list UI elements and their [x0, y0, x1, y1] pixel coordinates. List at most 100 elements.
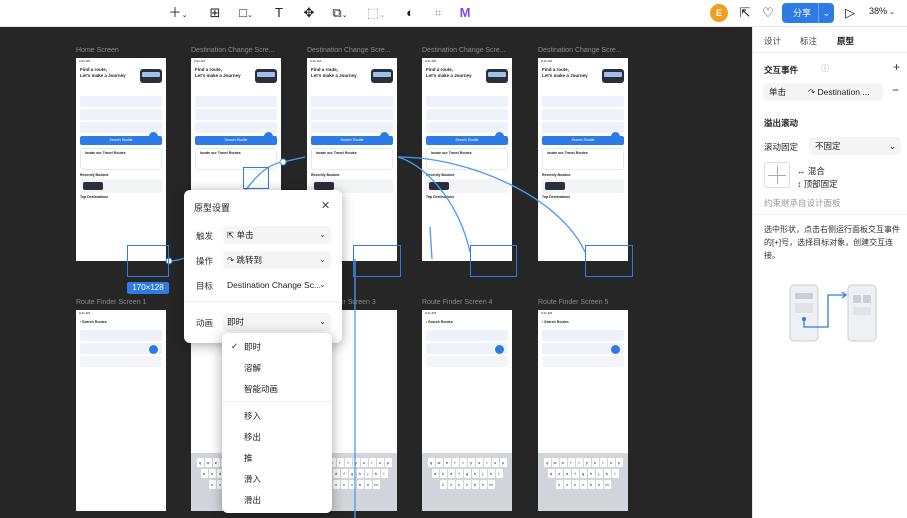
- component-tool-icon[interactable]: ⬚⌄: [364, 4, 388, 22]
- vertical-constraint[interactable]: ↕ 顶部固定: [797, 178, 838, 190]
- from-field[interactable]: [311, 96, 393, 107]
- key[interactable]: e: [212, 458, 220, 467]
- swap-icon[interactable]: [264, 132, 273, 141]
- from-field[interactable]: [195, 96, 277, 107]
- recent-field[interactable]: [542, 356, 624, 367]
- recent-booking[interactable]: [426, 179, 508, 193]
- key[interactable]: f: [455, 469, 463, 478]
- date-field[interactable]: [542, 122, 624, 133]
- play-icon[interactable]: ▷: [842, 4, 858, 22]
- locate-card[interactable]: locate our Travel Routes: [426, 148, 508, 170]
- swap-icon[interactable]: [495, 345, 504, 354]
- frame-title[interactable]: Route Finder Screen 5: [538, 299, 608, 306]
- key[interactable]: g: [463, 469, 471, 478]
- anim-option-instant[interactable]: 即时: [244, 341, 261, 353]
- key[interactable]: c: [455, 480, 463, 489]
- anim-option-smart[interactable]: 智能动画: [244, 383, 278, 395]
- key[interactable]: u: [360, 458, 368, 467]
- key[interactable]: n: [479, 480, 487, 489]
- horizontal-constraint[interactable]: ↔ 混合: [797, 165, 825, 177]
- recent-booking[interactable]: [80, 179, 162, 193]
- frame-title[interactable]: Destination Change Scre...: [538, 47, 622, 54]
- key[interactable]: o: [607, 458, 615, 467]
- to-field[interactable]: [426, 109, 508, 120]
- phone-frame-dest-3[interactable]: 9:41 AM Find a route, Let's make a Journ…: [422, 58, 512, 261]
- date-field[interactable]: [311, 122, 393, 133]
- trigger-select[interactable]: ⇱ 单击 ⌄: [223, 226, 331, 244]
- key[interactable]: t: [344, 458, 352, 467]
- key[interactable]: b: [471, 480, 479, 489]
- tab-prototype[interactable]: 原型: [837, 35, 854, 47]
- key[interactable]: n: [595, 480, 603, 489]
- key[interactable]: z: [555, 480, 563, 489]
- anim-option-move-in[interactable]: 移入: [244, 410, 261, 422]
- from-field[interactable]: [426, 330, 508, 341]
- key[interactable]: c: [340, 480, 348, 489]
- recent-booking[interactable]: [542, 179, 624, 193]
- key[interactable]: y: [583, 458, 591, 467]
- swap-icon[interactable]: [380, 132, 389, 141]
- user-avatar[interactable]: E: [710, 4, 728, 22]
- key[interactable]: q: [427, 458, 435, 467]
- date-field[interactable]: [195, 122, 277, 133]
- frame-tool-icon[interactable]: ⊞: [206, 4, 224, 22]
- locate-card[interactable]: locate our Travel Routes: [311, 148, 393, 170]
- key[interactable]: r: [451, 458, 459, 467]
- key[interactable]: r: [567, 458, 575, 467]
- tab-annotate[interactable]: 标注: [800, 35, 817, 47]
- key[interactable]: s: [208, 469, 216, 478]
- key[interactable]: v: [348, 480, 356, 489]
- add-icon[interactable]: +: [893, 60, 900, 74]
- frame-title[interactable]: Destination Change Scre...: [191, 47, 275, 54]
- swap-icon[interactable]: [611, 345, 620, 354]
- swap-icon[interactable]: [495, 132, 504, 141]
- frame-title[interactable]: Route Finder Screen 4: [422, 299, 492, 306]
- to-field[interactable]: [195, 109, 277, 120]
- bulb-icon[interactable]: ♡: [759, 4, 777, 22]
- key[interactable]: h: [356, 469, 364, 478]
- key[interactable]: y: [467, 458, 475, 467]
- design-canvas[interactable]: Home Screen Destination Change Scre... D…: [0, 27, 752, 518]
- phone-frame-route-5[interactable]: 9:41 AM ‹ Search Routes qwertyuiop asdfg…: [538, 310, 628, 511]
- keyboard[interactable]: qwertyuiop asdfghjkl zxcvbnm: [538, 453, 628, 511]
- close-icon[interactable]: ✕: [321, 199, 330, 212]
- date-field[interactable]: [426, 122, 508, 133]
- key[interactable]: w: [204, 458, 212, 467]
- key[interactable]: x: [447, 480, 455, 489]
- key[interactable]: q: [196, 458, 204, 467]
- key[interactable]: p: [615, 458, 623, 467]
- to-field[interactable]: [542, 109, 624, 120]
- key[interactable]: f: [571, 469, 579, 478]
- key[interactable]: k: [372, 469, 380, 478]
- scroll-fixed-select[interactable]: 不固定 ⌄: [809, 137, 901, 155]
- add-icon[interactable]: ＋⌄: [168, 4, 188, 22]
- key[interactable]: m: [487, 480, 495, 489]
- phone-frame-home[interactable]: 9:41 AM Find a route, Let's make a Journ…: [76, 58, 166, 261]
- key[interactable]: l: [611, 469, 619, 478]
- animation-select[interactable]: 即时 ⌄: [223, 313, 331, 331]
- key[interactable]: h: [471, 469, 479, 478]
- key[interactable]: l: [380, 469, 388, 478]
- date-field[interactable]: [80, 122, 162, 133]
- key[interactable]: w: [435, 458, 443, 467]
- key[interactable]: k: [603, 469, 611, 478]
- tab-design[interactable]: 设计: [764, 35, 781, 47]
- key[interactable]: f: [340, 469, 348, 478]
- key[interactable]: d: [563, 469, 571, 478]
- key[interactable]: o: [491, 458, 499, 467]
- to-field[interactable]: [80, 109, 162, 120]
- zoom-level[interactable]: 38% ⌄: [869, 6, 895, 16]
- key[interactable]: x: [332, 480, 340, 489]
- key[interactable]: a: [200, 469, 208, 478]
- phone-frame-dest-4[interactable]: 9:41 AM Find a route, Let's make a Journ…: [538, 58, 628, 261]
- from-field[interactable]: [80, 96, 162, 107]
- rectangle-tool-icon[interactable]: □⌄: [234, 4, 258, 22]
- key[interactable]: e: [443, 458, 451, 467]
- key[interactable]: s: [555, 469, 563, 478]
- from-field[interactable]: [542, 96, 624, 107]
- chevron-down-icon[interactable]: ⌄: [818, 3, 834, 23]
- key[interactable]: o: [376, 458, 384, 467]
- locate-card[interactable]: locate our Travel Routes: [80, 148, 162, 170]
- action-select[interactable]: ↷ 跳转到 ⌄: [223, 251, 331, 269]
- key[interactable]: i: [599, 458, 607, 467]
